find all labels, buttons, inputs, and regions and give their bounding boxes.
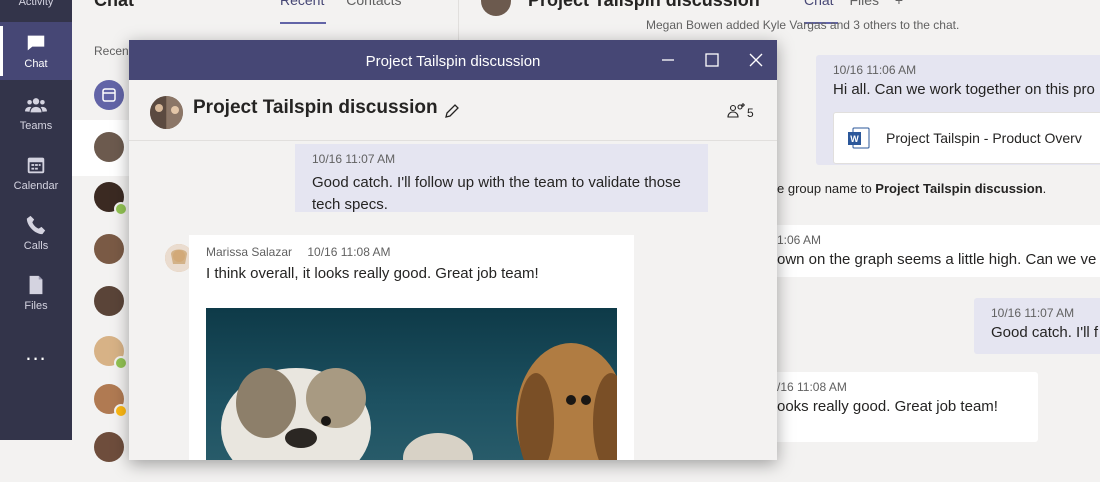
message-meta: Marissa Salazar 10/16 11:08 AM [206,245,617,259]
svg-text:W: W [850,134,859,144]
calls-icon [26,215,46,235]
teams-icon [25,98,47,113]
message-timestamp: 10/16 11:08 AM [307,245,391,259]
rail-item-label: Files [24,300,48,312]
rail-item-files[interactable]: Files [0,264,72,322]
more-apps-button[interactable]: ... [0,340,72,366]
meeting-avatar [94,80,124,110]
group-avatar [94,132,124,162]
file-attachment[interactable]: W Project Tailspin - Product Overv [833,112,1100,164]
tab-contacts[interactable]: Contacts [346,0,401,8]
group-avatar [150,96,183,129]
rail-item-teams[interactable]: Teams [0,84,72,142]
calendar-icon [27,157,45,174]
window-titlebar: Project Tailspin discussion [129,40,777,80]
list-item[interactable] [72,282,132,338]
word-file-icon: W [848,127,870,149]
file-name: Project Tailspin - Product Overv [886,130,1082,146]
avatar [94,234,124,264]
rail-item-calls[interactable]: Calls [0,204,72,262]
message-timestamp: 10/16 11:07 AM [312,152,396,166]
chat-tabs: Chat Files + [804,0,903,8]
dogs-image [221,343,629,460]
message-timestamp: 1:06 AM [777,233,822,247]
rail-item-activity[interactable]: Activity [0,0,72,8]
tab-chat[interactable]: Chat [804,0,834,8]
add-tab-button[interactable]: + [895,0,903,8]
minimize-icon[interactable] [655,48,681,72]
group-name: Project Tailspin discussion [875,181,1043,196]
tab-files[interactable]: Files [849,0,879,8]
participants-icon[interactable] [727,102,747,120]
message-text: I think overall, it looks really good. G… [206,265,539,282]
my-message-bubble: 10/16 11:07 AM Good catch. I'll follow u… [295,144,708,213]
rail-item-label: Chat [24,58,48,70]
participant-count: 5 [747,106,754,120]
message-bubble: 1:06 AM own on the graph seems a little … [760,225,1100,277]
list-item[interactable] [72,230,132,286]
avatar [94,286,124,316]
system-text: . [1042,181,1047,196]
rail-item-label: Teams [19,120,53,132]
chat-icon [27,35,45,51]
chat-list-title: Chat [94,0,134,10]
message-text: Good catch. I'll follow up with the team… [312,174,681,213]
message-text: ooks really good. Great job team! [777,398,998,415]
list-item[interactable] [72,176,132,232]
message-timestamp: /16 11:08 AM [777,380,847,394]
rail-item-calendar[interactable]: Calendar [0,144,72,202]
avatar [94,432,124,462]
rail-item-label: Calendar [13,180,59,192]
rail-item-chat[interactable]: Chat [0,22,72,80]
files-icon [29,275,43,295]
list-item[interactable] [72,70,132,126]
message-text: Hi all. Can we work together on this pro [833,81,1095,98]
active-tab-indicator [280,22,326,24]
message-timestamp: 10/16 11:06 AM [833,63,917,77]
message-bubble: Marissa Salazar 10/16 11:08 AM I think o… [189,235,634,460]
system-message: Megan Bowen added Kyle Vargas and 3 othe… [646,18,960,32]
list-item[interactable] [72,120,132,176]
message-timestamp: 10/16 11:07 AM [991,306,1075,320]
message-author: Marissa Salazar [206,245,293,259]
chat-title: Project Tailspin discussion [528,0,760,10]
system-message: e group name to Project Tailspin discuss… [777,181,1046,196]
tab-recent[interactable]: Recent [280,0,324,8]
close-icon[interactable] [743,48,769,72]
calendar-icon [102,88,116,102]
edit-icon[interactable] [443,102,461,120]
presence-available-icon [114,356,128,370]
maximize-icon[interactable] [699,48,725,72]
recent-section-label: Recent [94,44,133,58]
app-rail: Activity Chat Teams Calendar Calls Files… [0,0,72,440]
list-item[interactable] [72,426,132,482]
message-text: Good catch. I'll f [991,324,1099,341]
chat-title: Project Tailspin discussion [193,97,438,118]
presence-available-icon [114,202,128,216]
chat-list-tabs: Recent Contacts [280,0,420,8]
presence-away-icon [114,404,128,418]
system-text: e group name to [777,181,876,196]
message-text: own on the graph seems a little high. Ca… [777,251,1097,268]
rail-item-label: Calls [23,240,49,252]
message-bubble: 10/16 11:07 AM Good catch. I'll f [974,298,1100,354]
chat-header: Project Tailspin discussion 5 [129,80,777,141]
animated-gif-image[interactable] [206,308,629,460]
popout-chat-window: Project Tailspin discussion Project Tail… [129,40,777,460]
group-avatar-image [150,96,183,129]
message-bubble: /16 11:08 AM ooks really good. Great job… [760,372,1038,442]
